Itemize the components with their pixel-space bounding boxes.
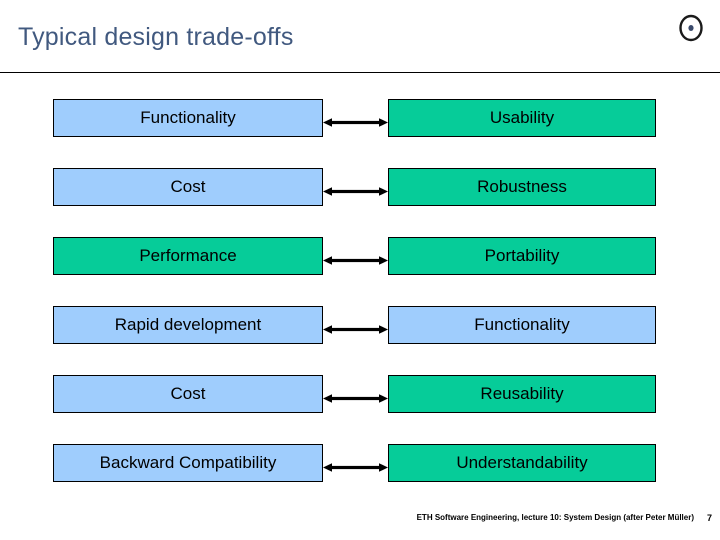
tradeoff-box-right[interactable]: Portability [388, 237, 656, 275]
tradeoff-row: Cost Robustness [0, 168, 720, 206]
page-number: 7 [706, 513, 712, 523]
tradeoff-box-right[interactable]: Robustness [388, 168, 656, 206]
double-headed-arrow-icon [323, 321, 388, 334]
tradeoff-matrix: Functionality Usability Cost Robustness Perf… [0, 0, 720, 540]
footer-attribution: ETH Software Engineering, lecture 10: Sy… [416, 513, 694, 522]
tradeoff-box-left[interactable]: Cost [53, 168, 323, 206]
double-headed-arrow-icon [323, 183, 388, 196]
tradeoff-row: Performance Portability [0, 237, 720, 275]
tradeoff-box-left[interactable]: Rapid development [53, 306, 323, 344]
double-headed-arrow-icon [323, 252, 388, 265]
tradeoff-box-left[interactable]: Cost [53, 375, 323, 413]
tradeoff-box-left[interactable]: Backward Compatibility [53, 444, 323, 482]
tradeoff-box-right[interactable]: Usability [388, 99, 656, 137]
double-headed-arrow-icon [323, 459, 388, 472]
tradeoff-box-right[interactable]: Functionality [388, 306, 656, 344]
tradeoff-row: Cost Reusability [0, 375, 720, 413]
double-headed-arrow-icon [323, 114, 388, 127]
double-headed-arrow-icon [323, 390, 388, 403]
tradeoff-box-left[interactable]: Functionality [53, 99, 323, 137]
tradeoff-row: Rapid development Functionality [0, 306, 720, 344]
tradeoff-box-right[interactable]: Reusability [388, 375, 656, 413]
slide-footer: ETH Software Engineering, lecture 10: Sy… [0, 512, 720, 530]
tradeoff-row: Functionality Usability [0, 99, 720, 137]
tradeoff-box-right[interactable]: Understandability [388, 444, 656, 482]
tradeoff-row: Backward Compatibility Understandability [0, 444, 720, 482]
tradeoff-box-left[interactable]: Performance [53, 237, 323, 275]
